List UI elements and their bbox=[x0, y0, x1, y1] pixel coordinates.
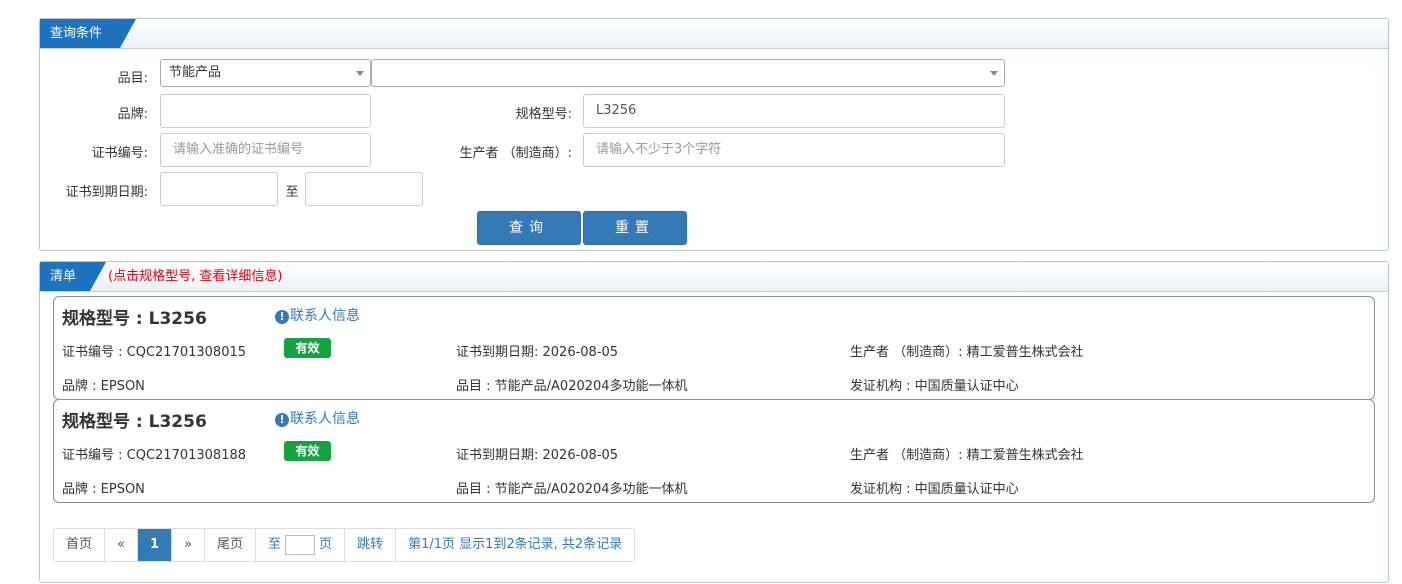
next-page-button[interactable]: » bbox=[172, 529, 205, 561]
record-category: 品目 : 节能产品/A020204多功能一体机 bbox=[456, 482, 688, 497]
list-panel-title: 清单 bbox=[40, 262, 106, 291]
record-category: 品目 : 节能产品/A020204多功能一体机 bbox=[456, 379, 688, 394]
last-page-button[interactable]: 尾页 bbox=[205, 529, 257, 561]
goto-suffix: 页 bbox=[319, 537, 333, 552]
record-brand: 品牌 : EPSON bbox=[62, 379, 145, 394]
prev-page-button[interactable]: « bbox=[105, 529, 138, 561]
record-cert-no: 证书编号 : CQC21701308188 bbox=[62, 448, 247, 463]
goto-page-group: 至页 bbox=[256, 529, 346, 561]
first-page-button[interactable]: 首页 bbox=[54, 529, 106, 561]
expiry-label: 证书到期日期: bbox=[65, 185, 148, 200]
record-cert-no: 证书编号 : CQC21701308015 bbox=[62, 345, 247, 360]
search-button[interactable]: 查询 bbox=[477, 211, 581, 245]
current-page-button[interactable]: 1 bbox=[137, 529, 173, 561]
goto-page-input[interactable] bbox=[285, 534, 316, 555]
contact-info-link[interactable]: ! 联系人信息 bbox=[275, 408, 360, 428]
list-hint: (点击规格型号, 查看详细信息) bbox=[108, 269, 283, 284]
expiry-to-input[interactable] bbox=[305, 172, 423, 206]
record-brand: 品牌 : EPSON bbox=[62, 482, 145, 497]
page-summary: 第1/1页 显示1到2条记录, 共2条记录 bbox=[408, 537, 623, 552]
record-expiry: 证书到期日期: 2026-08-05 bbox=[456, 448, 619, 463]
contact-info-label: 联系人信息 bbox=[290, 308, 360, 324]
query-panel: 查询条件 品目: 节能产品 品牌: 规格型号: L3256 证书编号: 请输入准… bbox=[39, 18, 1389, 251]
info-icon: ! bbox=[275, 310, 289, 324]
chevron-down-icon bbox=[356, 71, 364, 76]
info-icon: ! bbox=[275, 413, 289, 427]
jump-button[interactable]: 跳转 bbox=[345, 529, 397, 561]
model-input[interactable]: L3256 bbox=[583, 94, 1005, 128]
record-card: 规格型号 : L3256 ! 联系人信息 证书编号 : CQC2170130818… bbox=[53, 399, 1375, 503]
status-badge: 有效 bbox=[284, 338, 331, 358]
contact-info-label: 联系人信息 bbox=[290, 411, 360, 427]
query-panel-title: 查询条件 bbox=[40, 19, 136, 48]
list-panel: 清单 (点击规格型号, 查看详细信息) 规格型号 : L3256 ! 联系人信息 … bbox=[39, 261, 1389, 583]
status-badge: 有效 bbox=[284, 441, 331, 461]
cert-no-label: 证书编号: bbox=[91, 146, 148, 161]
cert-no-input[interactable]: 请输入准确的证书编号 bbox=[160, 133, 371, 167]
subcategory-select[interactable] bbox=[371, 59, 1005, 87]
query-panel-header: 查询条件 bbox=[40, 19, 1388, 49]
record-model-link[interactable]: 规格型号 : L3256 bbox=[62, 304, 207, 329]
expiry-from-input[interactable] bbox=[160, 172, 278, 206]
brand-label: 品牌: bbox=[117, 107, 148, 122]
category-label: 品目: bbox=[117, 71, 148, 86]
manufacturer-input[interactable]: 请输入不少于3个字符 bbox=[583, 133, 1005, 167]
record-card: 规格型号 : L3256 ! 联系人信息 证书编号 : CQC2170130801… bbox=[53, 296, 1375, 400]
record-issuer: 发证机构 : 中国质量认证中心 bbox=[850, 379, 1019, 394]
category-select-value: 节能产品 bbox=[169, 65, 222, 80]
contact-info-link[interactable]: ! 联系人信息 bbox=[275, 305, 360, 325]
record-expiry: 证书到期日期: 2026-08-05 bbox=[456, 345, 619, 360]
manufacturer-label: 生产者 （制造商）: bbox=[459, 146, 572, 161]
record-manufacturer: 生产者 （制造商）: 精工爱普生株式会社 bbox=[850, 448, 1084, 463]
category-select[interactable]: 节能产品 bbox=[160, 59, 371, 87]
record-manufacturer: 生产者 （制造商）: 精工爱普生株式会社 bbox=[850, 345, 1084, 360]
pagination: 首页 « 1 » 尾页 至页 跳转 第1/1页 显示1到2条记录, 共2条记录 bbox=[53, 528, 636, 562]
list-panel-header: 清单 (点击规格型号, 查看详细信息) bbox=[40, 262, 1388, 292]
reset-button[interactable]: 重置 bbox=[583, 211, 687, 245]
model-label: 规格型号: bbox=[515, 107, 572, 122]
record-model-link[interactable]: 规格型号 : L3256 bbox=[62, 407, 207, 432]
goto-prefix: 至 bbox=[268, 537, 282, 552]
brand-input[interactable] bbox=[160, 94, 371, 128]
chevron-down-icon bbox=[990, 71, 998, 76]
record-issuer: 发证机构 : 中国质量认证中心 bbox=[850, 482, 1019, 497]
expiry-to-label: 至 bbox=[285, 185, 299, 200]
